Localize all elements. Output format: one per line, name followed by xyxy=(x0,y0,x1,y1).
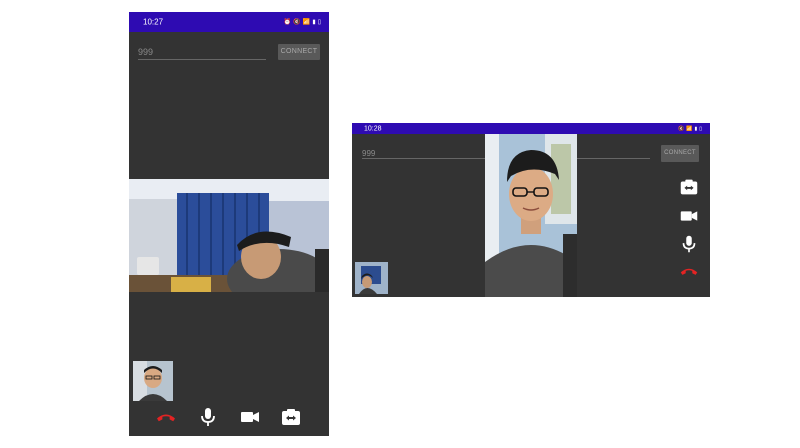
landscape-phone-screen: 10:28 🔇 📶 ▮ ▯ 999 CONNECT xyxy=(352,123,710,297)
camera-button[interactable] xyxy=(237,405,263,429)
status-bar: 10:28 🔇 📶 ▮ ▯ xyxy=(352,123,710,134)
local-video-preview[interactable] xyxy=(133,361,173,401)
microphone-button[interactable] xyxy=(195,405,221,429)
video-camera-icon xyxy=(241,412,259,422)
signal-icon: ▮ xyxy=(694,125,698,132)
wifi-call-icon: 📶 xyxy=(686,125,693,132)
end-call-button[interactable] xyxy=(677,260,701,282)
battery-icon: ▯ xyxy=(699,125,702,132)
mute-icon: 🔇 xyxy=(678,125,685,132)
camera-button[interactable] xyxy=(677,205,701,227)
switch-camera-icon xyxy=(282,409,300,425)
mute-icon: 🔇 xyxy=(293,19,301,26)
end-call-icon xyxy=(680,268,698,275)
remote-video xyxy=(485,134,577,297)
number-input[interactable]: 999 xyxy=(138,47,266,60)
switch-camera-button[interactable] xyxy=(677,176,701,198)
connect-button[interactable]: CONNECT xyxy=(661,145,699,162)
end-call-button[interactable] xyxy=(153,405,179,429)
video-camera-icon xyxy=(680,211,698,221)
microphone-icon xyxy=(682,235,696,253)
status-time: 10:27 xyxy=(143,17,164,27)
remote-video xyxy=(129,179,329,292)
connect-button[interactable]: CONNECT xyxy=(278,44,320,60)
end-call-icon xyxy=(157,414,175,422)
battery-icon: ▯ xyxy=(317,19,321,26)
signal-icon: ▮ xyxy=(312,19,316,26)
status-bar: 10:27 ⏰ 🔇 📶 ▮ ▯ xyxy=(129,12,329,32)
switch-camera-button[interactable] xyxy=(278,405,304,429)
microphone-icon xyxy=(201,408,215,426)
portrait-phone-screen: 10:27 ⏰ 🔇 📶 ▮ ▯ 999 CONNECT xyxy=(129,12,329,436)
microphone-button[interactable] xyxy=(677,233,701,255)
alarm-icon: ⏰ xyxy=(283,19,292,26)
wifi-call-icon: 📶 xyxy=(302,19,311,26)
status-icons: ⏰ 🔇 📶 ▮ ▯ xyxy=(284,19,321,26)
status-time: 10:28 xyxy=(364,125,382,132)
local-video-preview[interactable] xyxy=(355,262,388,294)
status-icons: 🔇 📶 ▮ ▯ xyxy=(678,126,702,132)
switch-camera-icon xyxy=(680,179,698,195)
